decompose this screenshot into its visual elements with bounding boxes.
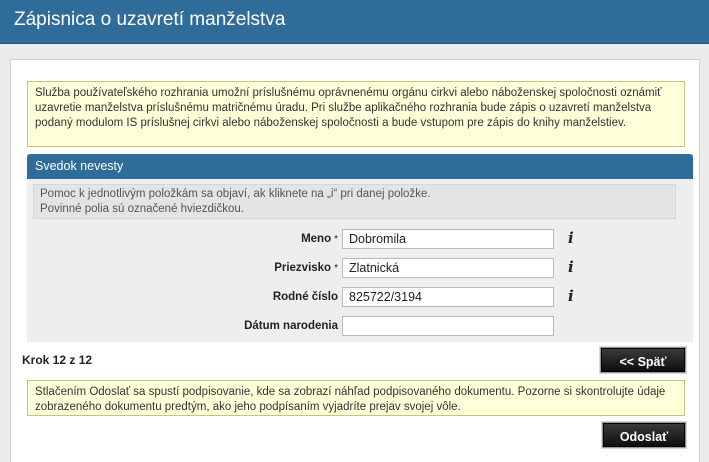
- back-button[interactable]: << Späť: [600, 347, 686, 373]
- signing-notice: Stlačením Odoslať sa spustí podpisovanie…: [27, 380, 685, 416]
- birth-number-label: Rodné číslo: [272, 291, 338, 303]
- info-icon[interactable]: i: [568, 259, 578, 275]
- surname-label: Priezvisko *: [274, 262, 338, 274]
- row-birth-date: Dátum narodenia: [27, 316, 693, 338]
- surname-input[interactable]: [342, 258, 554, 278]
- help-line-required: Povinné polia sú označené hviezdičkou.: [40, 203, 244, 215]
- help-box: Pomoc k jednotlivým položkám sa objaví, …: [33, 184, 676, 219]
- help-line-info: Pomoc k jednotlivým položkám sa objaví, …: [40, 188, 431, 200]
- page-title: Zápisnica o uzavretí manželstva: [14, 9, 286, 30]
- service-notice: Služba používateľského rozhrania umožní …: [27, 81, 685, 147]
- send-button[interactable]: Odoslať: [602, 422, 686, 448]
- first-name-input[interactable]: [342, 229, 554, 249]
- birth-date-input[interactable]: [342, 316, 554, 336]
- info-icon[interactable]: i: [568, 288, 578, 304]
- row-first-name: Meno* i: [27, 229, 693, 251]
- row-birth-number: Rodné číslo i: [27, 287, 693, 309]
- main-panel: Služba používateľského rozhrania umožní …: [10, 59, 700, 462]
- birth-number-input[interactable]: [342, 287, 554, 307]
- page-header: Zápisnica o uzavretí manželstva: [0, 0, 709, 44]
- required-mark: *: [334, 263, 338, 274]
- witness-form: Pomoc k jednotlivým položkám sa objaví, …: [27, 179, 693, 342]
- section-header: Svedok nevesty: [27, 154, 693, 179]
- birth-date-label: Dátum narodenia: [244, 320, 338, 332]
- step-indicator: Krok 12 z 12: [22, 353, 93, 367]
- info-icon[interactable]: i: [568, 230, 578, 246]
- first-name-label: Meno *: [301, 233, 338, 245]
- required-mark: *: [334, 234, 338, 245]
- row-surname: Priezvisko* i: [27, 258, 693, 280]
